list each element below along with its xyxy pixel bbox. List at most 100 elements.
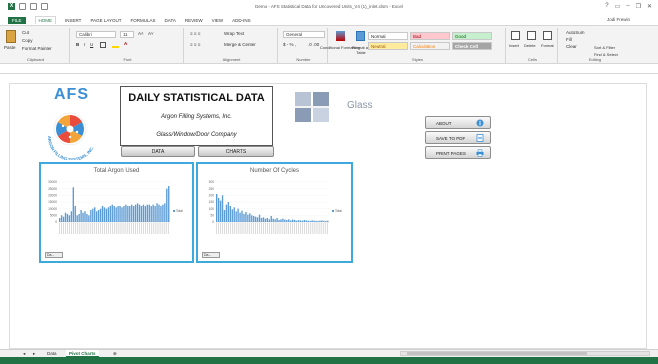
bar (140, 206, 143, 222)
scrollbar-thumb[interactable] (407, 352, 587, 355)
date-filter-button[interactable]: Da... (45, 252, 63, 258)
style-calculation[interactable]: Calculation (410, 42, 450, 50)
cells-group: Insert Delete Format Cells (508, 28, 558, 63)
sheet-tab-data[interactable]: Data (44, 350, 60, 357)
close-icon[interactable]: ✕ (647, 3, 652, 10)
print-pages-button[interactable]: PRINT PAGES (425, 146, 491, 159)
tab-review[interactable]: REVIEW (185, 18, 203, 23)
tab-view[interactable]: VIEW (212, 18, 224, 23)
bar (313, 220, 315, 222)
bar (129, 206, 131, 222)
fill-button[interactable]: Fill (566, 37, 572, 42)
y-tick-label: 10000 (48, 207, 57, 211)
argon-chart-panel[interactable]: Total Argon Used 30000 25000 20000 15000 100… (39, 162, 194, 263)
copy-button[interactable]: Copy (22, 38, 33, 43)
add-sheet-icon[interactable]: ⊕ (110, 350, 120, 357)
bar (111, 204, 113, 222)
insert-cells-icon[interactable] (511, 31, 520, 40)
bar (291, 219, 294, 222)
borders-icon[interactable] (100, 42, 106, 48)
tab-data[interactable]: DATA (165, 18, 176, 23)
clear-button[interactable]: Clear (566, 44, 577, 49)
style-bad[interactable]: Bad (410, 32, 450, 40)
format-button[interactable]: Format (541, 43, 554, 48)
help-icon[interactable]: ? (605, 3, 608, 10)
bar (282, 218, 284, 222)
y-tick-label: 0 (212, 220, 214, 224)
format-painter-button[interactable]: Format Painter (22, 46, 52, 51)
font-color-icon[interactable]: A (124, 41, 127, 46)
increase-font-icon[interactable]: A˄ (138, 31, 144, 36)
paste-button[interactable]: Paste (4, 45, 16, 50)
autosum-button[interactable]: AutoSum (566, 30, 585, 35)
tab-page-layout[interactable]: PAGE LAYOUT (90, 18, 121, 23)
italic-button[interactable]: I (84, 42, 85, 47)
restore-icon[interactable]: ❐ (636, 3, 641, 10)
charts-button[interactable]: CHARTS (198, 146, 274, 157)
minimize-icon[interactable]: – (626, 3, 629, 10)
afs-logo-emblem-icon: ARGON FILLING SYSTEMS, INC. (47, 112, 94, 160)
about-button[interactable]: ABOUT (425, 116, 491, 129)
formula-bar[interactable] (0, 64, 658, 74)
cycles-chart-panel[interactable]: Number Of Cycles 300 250 200 150 100 50 0 Total… (196, 162, 353, 263)
bar (229, 206, 232, 222)
bar (123, 206, 125, 222)
horizontal-scrollbar[interactable] (400, 351, 650, 356)
bar (62, 216, 65, 222)
align-left-icon[interactable]: ≡ ≡ ≡ (190, 42, 200, 47)
tab-formulas[interactable]: FORMULAS (131, 18, 156, 23)
style-good[interactable]: Good (452, 32, 492, 40)
sheet-nav-prev-icon[interactable]: ◂ (20, 350, 28, 357)
data-button[interactable]: DATA (121, 146, 195, 157)
currency-icon[interactable]: $ - % , (283, 42, 296, 47)
wrap-text-button[interactable]: Wrap Text (224, 31, 244, 36)
bar (70, 211, 73, 222)
date-filter-button[interactable]: Da... (202, 252, 220, 258)
glass-logo-text: Glass (347, 100, 373, 111)
tab-home[interactable]: HOME (34, 16, 57, 24)
bar (64, 212, 67, 222)
style-check-cell[interactable]: Check Cell (452, 42, 492, 50)
bar (284, 219, 286, 222)
decrease-font-icon[interactable]: A˅ (148, 31, 154, 36)
bar (131, 204, 133, 222)
font-name-select[interactable]: Calibri (76, 31, 116, 38)
fill-color-icon[interactable] (112, 42, 119, 48)
user-name[interactable]: Jodi Frewin (607, 17, 630, 22)
bar (86, 214, 88, 222)
style-normal[interactable]: Normal (368, 32, 408, 40)
font-size-select[interactable]: 11 (120, 31, 134, 38)
y-tick-label: 150 (209, 200, 215, 204)
sheet-nav-next-icon[interactable]: ▸ (30, 350, 38, 357)
bold-button[interactable]: B (76, 42, 79, 47)
delete-button[interactable]: Delete (524, 43, 536, 48)
cycles-chart: 300 250 200 150 100 50 0 Total (209, 180, 342, 234)
ribbon-display-icon[interactable]: ▭ (615, 3, 621, 10)
company-subtitle: Glass/Window/Door Company (156, 132, 237, 138)
pdf-icon (476, 134, 484, 142)
cut-button[interactable]: Cut (22, 30, 29, 35)
bar (274, 219, 276, 222)
number-format-select[interactable]: General (283, 31, 325, 38)
style-neutral[interactable]: Neutral (368, 42, 408, 50)
insert-button[interactable]: Insert (509, 43, 519, 48)
y-tick-label: 100 (209, 207, 215, 211)
styles-label: Styles (412, 57, 423, 62)
sort-filter-button[interactable]: Sort & Filter (594, 45, 615, 50)
delete-cells-icon[interactable] (527, 31, 536, 40)
sheet-tab-pivot-charts[interactable]: Pivot Charts (66, 350, 99, 357)
about-button-label: ABOUT (436, 121, 452, 126)
tab-file[interactable]: FILE (8, 16, 26, 24)
format-table-icon[interactable] (356, 31, 365, 41)
align-top-icon[interactable]: ≡ ≡ ≡ (190, 31, 200, 36)
bar (138, 204, 141, 222)
merge-center-button[interactable]: Merge & Center (224, 42, 256, 47)
status-bar (0, 357, 658, 364)
tab-insert[interactable]: INSERT (65, 18, 81, 23)
format-cells-icon[interactable] (543, 31, 552, 40)
underline-button[interactable]: U (90, 42, 93, 47)
conditional-formatting-icon[interactable] (336, 31, 345, 41)
paste-icon[interactable] (6, 30, 16, 43)
tab-add-ins[interactable]: ADD-INS (232, 18, 251, 23)
save-to-pdf-button[interactable]: SAVE TO PDF (425, 131, 491, 144)
